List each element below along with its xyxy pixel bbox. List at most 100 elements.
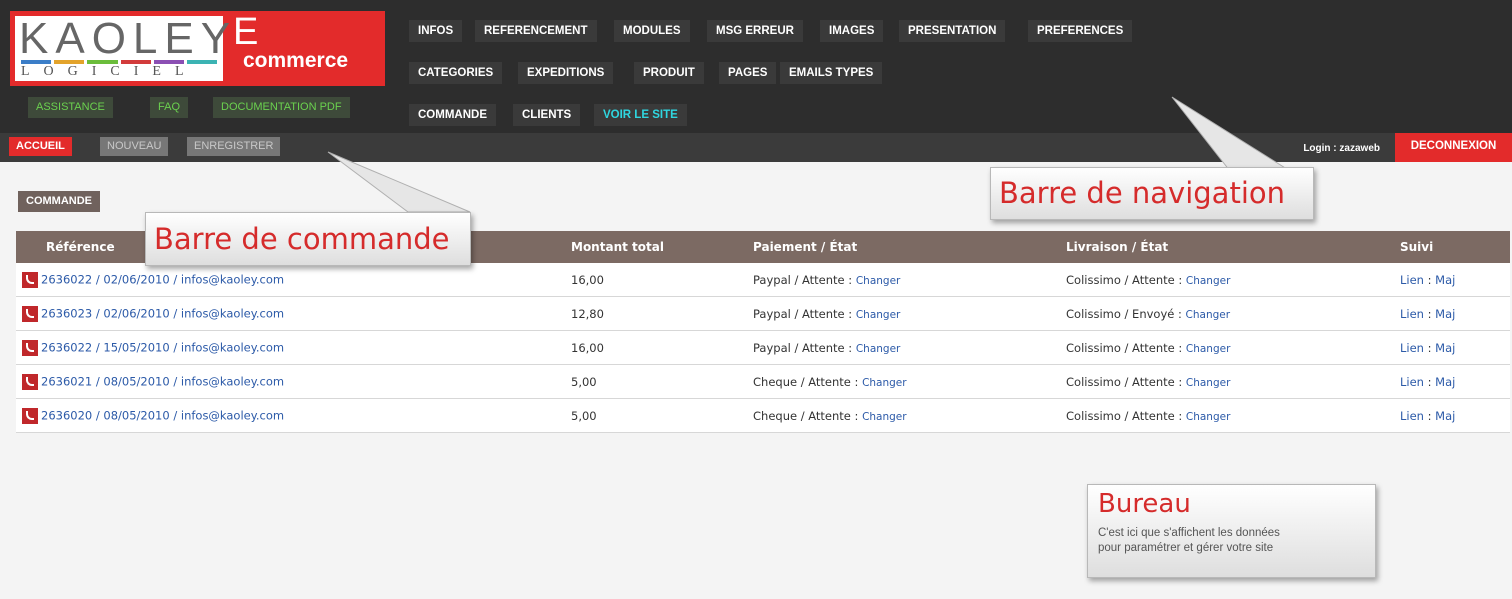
change-delivery-link[interactable]: Changer [1186,343,1231,355]
logo-e-letter: E [233,11,259,53]
table-row: 2636022 / 15/05/2010 / infos@kaoley.com … [16,330,1510,365]
change-payment-link[interactable]: Changer [856,309,901,321]
suivi-separator: : [1427,374,1432,389]
callout-bureau-title: Bureau [1098,489,1191,519]
nav-emails-types[interactable]: EMAILS TYPES [780,62,883,84]
nav-produit[interactable]: PRODUIT [634,62,704,84]
lien-link[interactable]: Lien [1400,375,1424,389]
amount-cell: 16,00 [565,263,747,297]
nav-modules[interactable]: MODULES [614,20,690,42]
nav-presentation[interactable]: PRESENTATION [899,20,1006,42]
reference-cell: 2636021 / 08/05/2010 / infos@kaoley.com [16,364,565,399]
callout-bureau-line1: C'est ici que s'affichent les données [1098,527,1280,539]
suivi-cell: Lien : Maj [1394,296,1510,331]
change-payment-link[interactable]: Changer [862,411,907,423]
nav-commande[interactable]: COMMANDE [409,104,496,126]
kaoley-logo[interactable]: KAOLEY LOGICIEL E commerce [10,11,385,86]
col-paiement-etat: Paiement / État [747,231,1060,263]
suivi-cell: Lien : Maj [1394,263,1510,297]
pdf-icon[interactable] [22,373,38,390]
order-link[interactable]: 2636022 / 02/06/2010 / infos@kaoley.com [41,272,284,286]
pdf-icon[interactable] [22,305,38,322]
change-delivery-link[interactable]: Changer [1186,411,1231,423]
documentation-pdf-link[interactable]: DOCUMENTATION PDF [213,97,350,118]
amount-cell: 12,80 [565,296,747,331]
col-montant-total: Montant total [565,231,747,263]
maj-link[interactable]: Maj [1435,409,1455,423]
payment-status: Cheque / Attente : [753,408,859,423]
change-delivery-link[interactable]: Changer [1186,275,1231,287]
nav-expeditions[interactable]: EXPEDITIONS [518,62,614,84]
maj-link[interactable]: Maj [1435,273,1455,287]
lien-link[interactable]: Lien [1400,341,1424,355]
logout-button[interactable]: DECONNEXION [1395,133,1512,162]
suivi-separator: : [1427,306,1432,321]
payment-status: Paypal / Attente : [753,306,853,321]
callout-barre-de-commande: Barre de commande [145,212,471,266]
pdf-icon[interactable] [22,407,38,424]
order-link[interactable]: 2636021 / 08/05/2010 / infos@kaoley.com [41,374,284,388]
payment-cell: Paypal / Attente : Changer [747,330,1060,365]
nouveau-button[interactable]: NOUVEAU [100,137,169,156]
payment-cell: Cheque / Attente : Changer [747,364,1060,399]
accueil-button[interactable]: ACCUEIL [9,137,72,156]
delivery-status: Colissimo / Attente : [1066,272,1183,287]
nav-images[interactable]: IMAGES [820,20,884,42]
logo-white-panel: KAOLEY LOGICIEL [15,14,230,81]
delivery-cell: Colissimo / Attente : Changer [1060,398,1394,433]
delivery-cell: Colissimo / Attente : Changer [1060,330,1394,365]
payment-cell: Paypal / Attente : Changer [747,263,1060,297]
suivi-cell: Lien : Maj [1394,364,1510,399]
order-link[interactable]: 2636020 / 08/05/2010 / infos@kaoley.com [41,408,284,422]
suivi-cell: Lien : Maj [1394,398,1510,433]
callout-commande-text: Barre de commande [154,222,450,256]
enregistrer-button[interactable]: ENREGISTRER [187,137,281,156]
logo-commerce-text: commerce [243,49,349,72]
delivery-status: Colissimo / Envoyé : [1066,306,1182,321]
section-tag-commande: COMMANDE [18,191,100,212]
change-delivery-link[interactable]: Changer [1186,377,1231,389]
delivery-status: Colissimo / Attente : [1066,408,1183,423]
nav-msg-erreur[interactable]: MSG ERREUR [707,20,803,42]
delivery-status: Colissimo / Attente : [1066,374,1183,389]
nav-categories[interactable]: CATEGORIES [409,62,503,84]
maj-link[interactable]: Maj [1435,341,1455,355]
change-payment-link[interactable]: Changer [862,377,907,389]
order-link[interactable]: 2636023 / 02/06/2010 / infos@kaoley.com [41,306,284,320]
payment-status: Paypal / Attente : [753,272,853,287]
change-delivery-link[interactable]: Changer [1186,309,1231,321]
logo-kaoley-text: KAOLEY [19,14,238,63]
maj-link[interactable]: Maj [1435,375,1455,389]
logo-logiciel-text: LOGICIEL [21,64,198,79]
faq-link[interactable]: FAQ [150,97,189,118]
payment-status: Paypal / Attente : [753,340,853,355]
order-link[interactable]: 2636022 / 15/05/2010 / infos@kaoley.com [41,340,284,354]
change-payment-link[interactable]: Changer [856,343,901,355]
nav-voir-le-site[interactable]: VOIR LE SITE [594,104,687,126]
login-username: zazaweb [1339,143,1380,154]
payment-cell: Paypal / Attente : Changer [747,296,1060,331]
nav-pages[interactable]: PAGES [719,62,777,84]
lien-link[interactable]: Lien [1400,307,1424,321]
pdf-icon[interactable] [22,271,38,288]
assistance-link[interactable]: ASSISTANCE [28,97,113,118]
maj-link[interactable]: Maj [1435,307,1455,321]
suivi-cell: Lien : Maj [1394,330,1510,365]
nav-preferences[interactable]: PREFERENCES [1028,20,1133,42]
lien-link[interactable]: Lien [1400,273,1424,287]
lien-link[interactable]: Lien [1400,409,1424,423]
reference-cell: 2636020 / 08/05/2010 / infos@kaoley.com [16,398,565,433]
change-payment-link[interactable]: Changer [856,275,901,287]
suivi-separator: : [1427,340,1432,355]
login-label: Login : [1303,143,1337,154]
nav-referencement[interactable]: REFERENCEMENT [475,20,597,42]
reference-cell: 2636023 / 02/06/2010 / infos@kaoley.com [16,296,565,331]
table-row: 2636023 / 02/06/2010 / infos@kaoley.com … [16,296,1510,331]
delivery-status: Colissimo / Attente : [1066,340,1183,355]
callout-navigation-pointer [1171,96,1292,172]
suivi-separator: : [1427,408,1432,423]
delivery-cell: Colissimo / Attente : Changer [1060,364,1394,399]
nav-clients[interactable]: CLIENTS [513,104,581,126]
nav-infos[interactable]: INFOS [409,20,463,42]
pdf-icon[interactable] [22,339,38,356]
